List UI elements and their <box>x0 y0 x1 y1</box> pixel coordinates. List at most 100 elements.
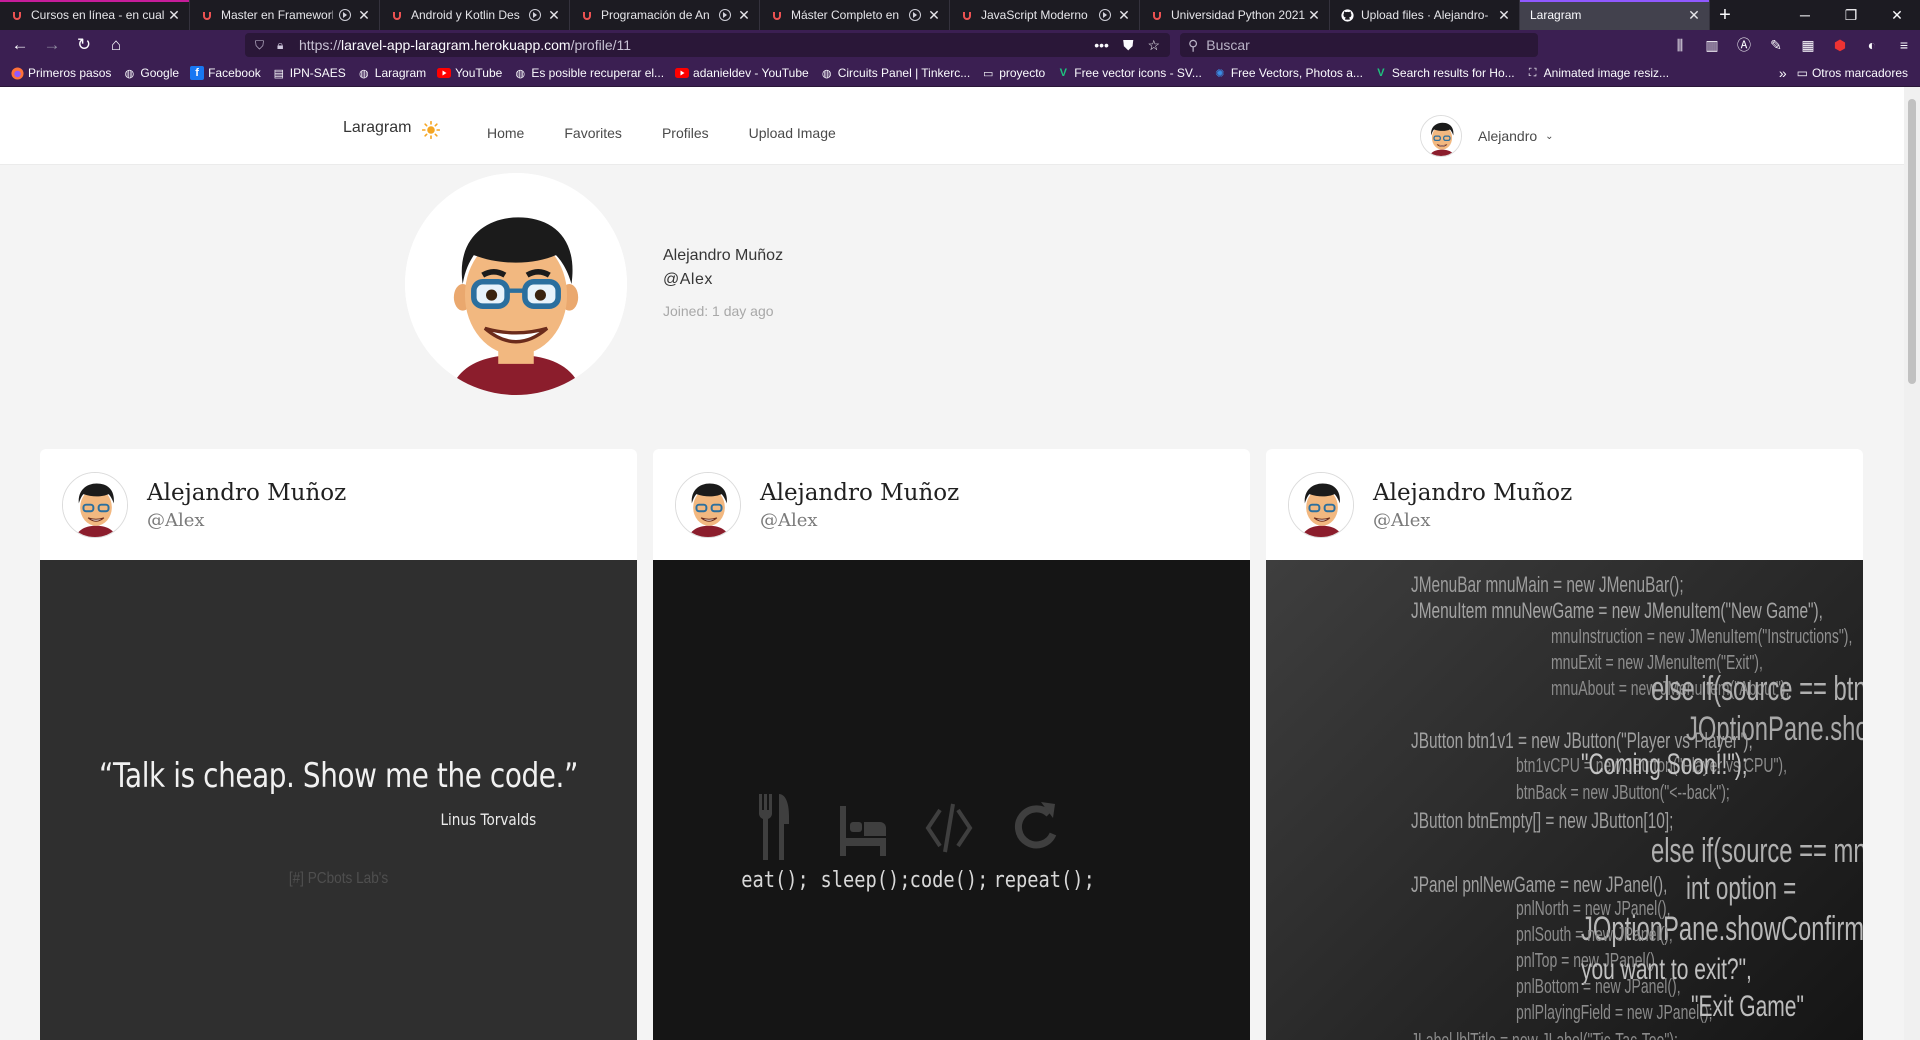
post-card: Alejandro Muñoz @Alex eat(); sleep(); co… <box>653 449 1250 1040</box>
bookmark-item[interactable]: V Free vector icons - SV... <box>1056 66 1202 80</box>
bookmark-item[interactable]: V Search results for Ho... <box>1374 66 1514 80</box>
bookmark-item[interactable]: adanieldev - YouTube <box>675 66 809 80</box>
user-menu[interactable]: Alejandro ⌄ <box>1420 115 1554 157</box>
close-tab-icon[interactable]: ✕ <box>737 7 751 24</box>
avatar[interactable] <box>62 472 128 538</box>
document-icon: ▤ <box>273 67 284 80</box>
minimize-icon[interactable]: ─ <box>1782 0 1828 30</box>
media-playing-icon[interactable] <box>909 9 921 21</box>
browser-tab-active[interactable]: Laragram ✕ <box>1520 0 1710 30</box>
browser-tab[interactable]: Master en Framework ✕ <box>190 0 380 30</box>
avatar[interactable] <box>1288 472 1354 538</box>
browser-tab[interactable]: JavaScript Moderno ✕ <box>950 0 1140 30</box>
menu-hamburger-icon[interactable]: ≡ <box>1888 37 1920 53</box>
bookmark-item[interactable]: ▤ IPN-SAES <box>272 66 346 80</box>
bed-icon <box>840 806 886 856</box>
close-tab-icon[interactable]: ✕ <box>927 7 941 24</box>
code-line: "Exit Game" <box>1691 990 1804 1023</box>
close-tab-icon[interactable]: ✕ <box>1117 7 1131 24</box>
browser-tab-bar: Cursos en línea - en cual ✕ Master en Fr… <box>0 0 1920 30</box>
adblock-icon[interactable]: ⬢ <box>1824 37 1856 54</box>
forward-arrow-icon[interactable]: → <box>36 32 68 58</box>
post-author-name[interactable]: Alejandro Muñoz <box>760 480 959 506</box>
close-tab-icon[interactable]: ✕ <box>547 7 561 24</box>
bookmark-item[interactable]: ◍ Laragram <box>357 66 426 80</box>
bookmark-star-icon[interactable]: ☆ <box>1147 37 1160 54</box>
bookmark-item[interactable]: f Facebook <box>190 66 261 80</box>
close-tab-icon[interactable]: ✕ <box>1307 7 1321 24</box>
lock-icon[interactable]: 🔒︎ <box>277 38 291 53</box>
browser-tab[interactable]: Universidad Python 2021 ✕ <box>1140 0 1330 30</box>
brand-logo[interactable]: Laragram <box>343 119 411 137</box>
post-image[interactable]: eat(); sleep(); code(); repeat(); <box>653 560 1250 1040</box>
browser-tab[interactable]: Android y Kotlin Des ✕ <box>380 0 570 30</box>
restore-icon[interactable]: ❐ <box>1828 0 1874 30</box>
new-tab-button[interactable]: + <box>1710 0 1740 30</box>
github-icon <box>1340 8 1354 22</box>
bookmark-item[interactable]: Primeros pasos <box>10 66 111 80</box>
media-playing-icon[interactable] <box>719 9 731 21</box>
shield-icon[interactable]: ⛉ <box>255 38 269 53</box>
code-line: pnlSouth = new JPanel(), <box>1516 924 1673 946</box>
bookmark-item[interactable]: ◍ Es posible recuperar el... <box>513 66 665 80</box>
bookmark-item[interactable]: ◍ Circuits Panel | Tinkerc... <box>820 66 970 80</box>
udemy-icon <box>10 8 24 22</box>
media-playing-icon[interactable] <box>339 9 351 21</box>
app-navbar: Laragram Home Favorites Profiles Upload … <box>0 87 1920 165</box>
media-playing-icon[interactable] <box>529 9 541 21</box>
post-card: Alejandro Muñoz @Alex JMenuBar mnuMain =… <box>1266 449 1863 1040</box>
browser-tab[interactable]: Programación de An ✕ <box>570 0 760 30</box>
post-image[interactable]: JMenuBar mnuMain = new JMenuBar(); JMenu… <box>1266 560 1863 1040</box>
page-scrollbar[interactable] <box>1904 87 1920 1040</box>
extension-icon[interactable]: ◐ <box>1856 37 1888 53</box>
extensions-grid-icon[interactable]: ▦ <box>1792 37 1824 54</box>
browser-tab[interactable]: Cursos en línea - en cual ✕ <box>0 0 190 30</box>
media-playing-icon[interactable] <box>1099 9 1111 21</box>
page-actions-icon[interactable]: ••• <box>1094 37 1109 54</box>
bookmark-item[interactable]: ✺ Free Vectors, Photos a... <box>1213 66 1363 80</box>
nav-upload-image[interactable]: Upload Image <box>749 125 836 141</box>
close-tab-icon[interactable]: ✕ <box>357 7 371 24</box>
firefox-icon <box>10 66 24 80</box>
udemy-icon <box>960 8 974 22</box>
chevron-more-icon[interactable]: » <box>1779 65 1787 81</box>
scrollbar-thumb[interactable] <box>1908 99 1916 384</box>
back-arrow-icon[interactable]: ← <box>4 32 36 58</box>
habit-repeat: repeat(); <box>986 792 1095 893</box>
bookmark-item[interactable]: ◍ Google <box>122 66 180 80</box>
library-icon[interactable]: ⫼ <box>1664 37 1696 54</box>
close-window-icon[interactable]: ✕ <box>1874 0 1920 30</box>
user-menu-name[interactable]: Alejandro <box>1478 128 1537 144</box>
browser-tab[interactable]: Upload files · Alejandro- ✕ <box>1330 0 1520 30</box>
search-input[interactable]: ⚲ Buscar <box>1180 33 1538 57</box>
url-text[interactable]: https://laravel-app-laragram.herokuapp.c… <box>299 37 1094 53</box>
avatar[interactable] <box>1420 115 1462 157</box>
post-author-name[interactable]: Alejandro Muñoz <box>147 480 346 506</box>
avatar[interactable] <box>675 472 741 538</box>
nav-profiles[interactable]: Profiles <box>662 125 709 141</box>
sidebar-icon[interactable]: ▥ <box>1696 37 1728 54</box>
profile-joined: Joined: 1 day ago <box>663 303 774 319</box>
color-picker-icon[interactable]: ✎ <box>1760 37 1792 54</box>
close-tab-icon[interactable]: ✕ <box>1687 7 1701 24</box>
close-tab-icon[interactable]: ✕ <box>1497 7 1511 24</box>
nav-favorites[interactable]: Favorites <box>564 125 622 141</box>
chevron-down-icon[interactable]: ⌄ <box>1545 131 1553 142</box>
browser-tab[interactable]: Máster Completo en ✕ <box>760 0 950 30</box>
post-author-name[interactable]: Alejandro Muñoz <box>1373 480 1572 506</box>
tab-title: Laragram <box>1530 8 1582 22</box>
bookmark-item[interactable]: ⛶ Animated image resiz... <box>1526 66 1669 80</box>
other-bookmarks[interactable]: Otros marcadores <box>1812 66 1908 80</box>
address-bar[interactable]: ⛉ 🔒︎ https://laravel-app-laragram.heroku… <box>245 33 1170 57</box>
close-tab-icon[interactable]: ✕ <box>167 7 181 24</box>
reload-icon[interactable]: ↻ <box>68 32 100 58</box>
bookmark-folder[interactable]: ▭ proyecto <box>981 66 1045 80</box>
tab-title: Programación de An <box>601 8 710 22</box>
home-icon[interactable]: ⌂ <box>100 32 132 58</box>
bookmark-item[interactable]: YouTube <box>437 66 502 80</box>
post-image[interactable]: “Talk is cheap. Show me the code.” Linus… <box>40 560 637 1040</box>
pocket-icon[interactable]: ⛊ <box>1123 37 1134 54</box>
account-icon[interactable]: Ⓐ <box>1728 35 1760 55</box>
habit-sleep: sleep(); <box>813 792 913 893</box>
nav-home[interactable]: Home <box>487 125 524 141</box>
